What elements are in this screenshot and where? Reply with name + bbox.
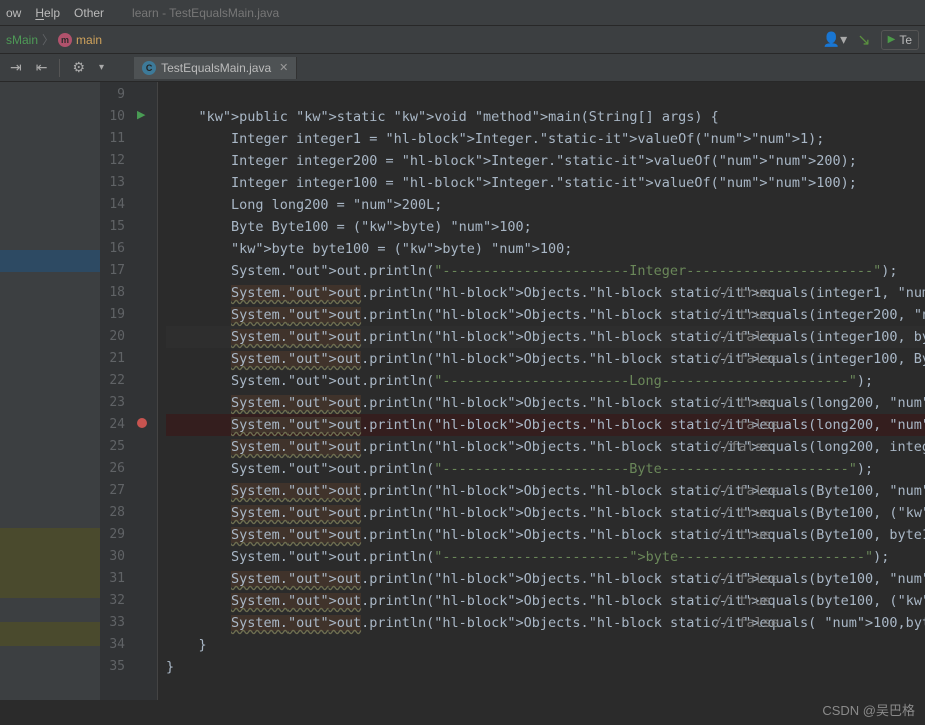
line-number[interactable]: 32 bbox=[100, 590, 125, 612]
line-number[interactable]: 11 bbox=[100, 128, 125, 150]
line-number[interactable]: 9 bbox=[100, 84, 125, 106]
code-line[interactable]: Integer integer200 = "hl-block">Integer.… bbox=[166, 150, 925, 172]
code-line[interactable]: System."out">out.println("hl-block">Obje… bbox=[166, 568, 925, 590]
code-line[interactable]: System."out">out.println("--------------… bbox=[166, 370, 925, 392]
line-number[interactable]: 24 bbox=[100, 414, 125, 436]
code-line[interactable]: System."out">out.println("--------------… bbox=[166, 458, 925, 480]
settings-chevron-icon[interactable]: ▾ bbox=[95, 60, 108, 75]
user-add-icon[interactable]: 👤▾ bbox=[823, 31, 847, 48]
breadcrumb-method[interactable]: main bbox=[76, 33, 102, 47]
method-icon: m bbox=[58, 33, 72, 47]
run-config[interactable]: ▶ Te bbox=[881, 30, 919, 50]
collapse-icon[interactable]: ⇥ bbox=[6, 57, 26, 78]
window-title: learn - TestEqualsMain.java bbox=[132, 6, 279, 20]
breadcrumb-class[interactable]: sMain bbox=[6, 33, 38, 47]
line-number[interactable]: 34 bbox=[100, 634, 125, 656]
stripe-mark bbox=[0, 622, 100, 646]
line-number[interactable]: 31 bbox=[100, 568, 125, 590]
code-line[interactable]: System."out">out.println("hl-block">Obje… bbox=[166, 612, 925, 634]
code-line[interactable]: System."out">out.println("hl-block">Obje… bbox=[166, 480, 925, 502]
code-area[interactable]: "kw">public "kw">static "kw">void "metho… bbox=[158, 82, 925, 700]
close-icon[interactable]: ✕ bbox=[279, 61, 288, 74]
code-line[interactable]: System."out">out.println("--------------… bbox=[166, 546, 925, 568]
code-line[interactable]: Integer integer1 = "hl-block">Integer."s… bbox=[166, 128, 925, 150]
code-line[interactable]: System."out">out.println("hl-block">Obje… bbox=[166, 348, 925, 370]
line-number[interactable]: 22 bbox=[100, 370, 125, 392]
line-number[interactable]: 10 bbox=[100, 106, 125, 128]
settings-icon[interactable]: ⚙ bbox=[68, 57, 89, 78]
editor: 9101112131415161718192021222324252627282… bbox=[0, 82, 925, 700]
code-line[interactable]: System."out">out.println("hl-block">Obje… bbox=[166, 304, 925, 326]
expand-icon[interactable]: ⇤ bbox=[32, 57, 52, 78]
code-line[interactable]: "kw">public "kw">static "kw">void "metho… bbox=[166, 106, 925, 128]
code-line[interactable]: Byte Byte100 = ("kw">byte) "num">100; bbox=[166, 216, 925, 238]
watermark: CSDN @吴巴格 bbox=[822, 700, 915, 719]
divider bbox=[59, 59, 60, 77]
line-number[interactable]: 19 bbox=[100, 304, 125, 326]
code-line[interactable] bbox=[166, 84, 925, 106]
code-line[interactable]: System."out">out.println("hl-block">Obje… bbox=[166, 524, 925, 546]
code-line[interactable]: System."out">out.println("hl-block">Obje… bbox=[166, 436, 925, 458]
left-stripe bbox=[0, 82, 100, 700]
code-line[interactable]: } bbox=[166, 634, 925, 656]
code-line[interactable]: System."out">out.println("hl-block">Obje… bbox=[166, 414, 925, 436]
line-number[interactable]: 21 bbox=[100, 348, 125, 370]
line-number[interactable]: 16 bbox=[100, 238, 125, 260]
code-line[interactable]: Integer integer100 = "hl-block">Integer.… bbox=[166, 172, 925, 194]
line-number[interactable]: 23 bbox=[100, 392, 125, 414]
line-number[interactable]: 20 bbox=[100, 326, 125, 348]
line-number[interactable]: 27 bbox=[100, 480, 125, 502]
run-tri-icon: ▶ bbox=[888, 34, 896, 45]
line-number[interactable]: 28 bbox=[100, 502, 125, 524]
line-number[interactable]: 18 bbox=[100, 282, 125, 304]
breadcrumb-sep: 〉 bbox=[42, 31, 54, 48]
line-number[interactable]: 12 bbox=[100, 150, 125, 172]
menu-help[interactable]: Help bbox=[35, 6, 60, 20]
code-line[interactable]: System."out">out.println("hl-block">Obje… bbox=[166, 392, 925, 414]
menu-other[interactable]: Other bbox=[74, 6, 104, 20]
menu-ow[interactable]: ow bbox=[6, 6, 21, 20]
file-tab[interactable]: C TestEqualsMain.java ✕ bbox=[134, 57, 297, 79]
stripe-mark bbox=[0, 250, 100, 272]
run-gutter-icon[interactable]: ▶ bbox=[137, 108, 145, 121]
code-line[interactable]: } bbox=[166, 656, 925, 678]
menubar: ow Help Other learn - TestEqualsMain.jav… bbox=[0, 0, 925, 26]
breadcrumb[interactable]: sMain 〉 m main bbox=[6, 31, 102, 48]
code-line[interactable]: System."out">out.println("--------------… bbox=[166, 260, 925, 282]
code-line[interactable]: System."out">out.println("hl-block">Obje… bbox=[166, 282, 925, 304]
code-line[interactable]: "kw">byte byte100 = ("kw">byte) "num">10… bbox=[166, 238, 925, 260]
code-line[interactable]: System."out">out.println("hl-block">Obje… bbox=[166, 590, 925, 612]
nav-right: 👤▾ ↘ ▶ Te bbox=[823, 30, 919, 50]
line-number[interactable]: 26 bbox=[100, 458, 125, 480]
stripe-mark bbox=[0, 528, 100, 598]
line-number-gutter[interactable]: 9101112131415161718192021222324252627282… bbox=[100, 82, 132, 700]
file-tab-label: TestEqualsMain.java bbox=[161, 61, 271, 75]
breakpoint-icon[interactable] bbox=[137, 418, 147, 428]
line-number[interactable]: 13 bbox=[100, 172, 125, 194]
line-number[interactable]: 29 bbox=[100, 524, 125, 546]
navbar: sMain 〉 m main 👤▾ ↘ ▶ Te bbox=[0, 26, 925, 54]
java-class-icon: C bbox=[142, 61, 156, 75]
run-config-label: Te bbox=[899, 33, 912, 47]
line-number[interactable]: 17 bbox=[100, 260, 125, 282]
build-icon[interactable]: ↘ bbox=[857, 30, 870, 50]
icon-gutter[interactable]: ▶ bbox=[132, 82, 158, 700]
toolbar: ⇥ ⇤ ⚙ ▾ C TestEqualsMain.java ✕ bbox=[0, 54, 925, 82]
code-line[interactable]: System."out">out.println("hl-block">Obje… bbox=[166, 326, 925, 348]
code-line[interactable]: System."out">out.println("hl-block">Obje… bbox=[166, 502, 925, 524]
line-number[interactable]: 25 bbox=[100, 436, 125, 458]
line-number[interactable]: 35 bbox=[100, 656, 125, 678]
line-number[interactable]: 30 bbox=[100, 546, 125, 568]
line-number[interactable]: 14 bbox=[100, 194, 125, 216]
code-line[interactable]: Long long200 = "num">200L; bbox=[166, 194, 925, 216]
line-number[interactable]: 33 bbox=[100, 612, 125, 634]
line-number[interactable]: 15 bbox=[100, 216, 125, 238]
